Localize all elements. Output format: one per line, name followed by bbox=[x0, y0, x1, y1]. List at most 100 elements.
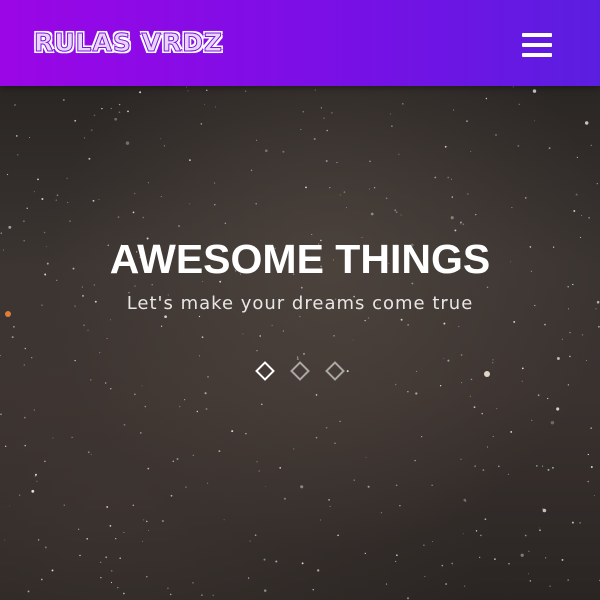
star bbox=[373, 187, 376, 189]
star bbox=[520, 553, 524, 557]
star bbox=[4, 539, 6, 541]
star bbox=[100, 576, 102, 579]
star bbox=[529, 580, 531, 582]
star bbox=[333, 334, 335, 337]
star bbox=[367, 317, 370, 319]
carousel-indicator-3[interactable] bbox=[325, 361, 345, 381]
star bbox=[368, 188, 370, 190]
star bbox=[200, 123, 202, 125]
star bbox=[517, 144, 520, 147]
star bbox=[443, 358, 445, 360]
site-logo[interactable]: RULAS VRDZ bbox=[33, 28, 223, 58]
star bbox=[196, 410, 199, 413]
star bbox=[431, 484, 433, 486]
star bbox=[123, 423, 126, 426]
star bbox=[206, 89, 208, 91]
star bbox=[494, 558, 496, 560]
star bbox=[37, 178, 39, 181]
star bbox=[118, 103, 121, 106]
star bbox=[36, 480, 38, 482]
star bbox=[542, 508, 544, 510]
star bbox=[17, 154, 19, 156]
star bbox=[15, 135, 18, 137]
star bbox=[302, 110, 305, 113]
star bbox=[160, 325, 163, 327]
star bbox=[475, 214, 477, 216]
star bbox=[337, 534, 339, 537]
star bbox=[178, 225, 180, 227]
star bbox=[176, 458, 179, 460]
star bbox=[576, 156, 579, 158]
star bbox=[143, 519, 145, 521]
star bbox=[144, 405, 147, 408]
star bbox=[185, 486, 187, 488]
star bbox=[86, 537, 89, 540]
star bbox=[56, 194, 59, 197]
star bbox=[254, 534, 257, 537]
star bbox=[394, 209, 397, 212]
star bbox=[492, 435, 494, 437]
hamburger-menu-icon[interactable] bbox=[522, 33, 552, 57]
star bbox=[454, 229, 457, 232]
star bbox=[119, 557, 121, 559]
star bbox=[93, 114, 96, 117]
star bbox=[0, 355, 1, 357]
star bbox=[40, 578, 43, 581]
star bbox=[453, 109, 455, 111]
star bbox=[598, 326, 600, 328]
star bbox=[312, 589, 314, 591]
hamburger-bar bbox=[522, 53, 552, 57]
star bbox=[83, 324, 85, 327]
star bbox=[587, 453, 589, 456]
star bbox=[101, 107, 103, 110]
star bbox=[117, 586, 119, 589]
star bbox=[545, 557, 547, 559]
star bbox=[275, 560, 278, 563]
star bbox=[74, 119, 77, 122]
star bbox=[539, 527, 540, 529]
star bbox=[133, 192, 136, 195]
star bbox=[460, 354, 463, 356]
star bbox=[33, 409, 35, 411]
carousel-indicator-2[interactable] bbox=[290, 361, 310, 381]
star bbox=[109, 525, 112, 527]
star bbox=[256, 139, 258, 141]
star bbox=[132, 504, 135, 507]
star bbox=[110, 388, 112, 390]
star bbox=[561, 338, 563, 340]
star bbox=[399, 505, 401, 507]
star bbox=[398, 153, 400, 155]
star bbox=[250, 169, 253, 172]
star bbox=[533, 120, 535, 122]
star bbox=[445, 583, 447, 585]
star bbox=[14, 104, 16, 106]
star bbox=[524, 534, 527, 537]
star bbox=[164, 315, 167, 319]
star bbox=[0, 232, 3, 234]
star bbox=[596, 182, 598, 185]
star bbox=[11, 336, 14, 339]
star bbox=[242, 333, 244, 335]
star bbox=[77, 528, 80, 530]
carousel-indicator-1[interactable] bbox=[255, 361, 275, 381]
star bbox=[305, 186, 307, 189]
star bbox=[400, 318, 403, 321]
star bbox=[29, 136, 31, 138]
star bbox=[201, 336, 204, 339]
star bbox=[323, 117, 325, 119]
star bbox=[132, 211, 135, 214]
star bbox=[8, 505, 10, 507]
star bbox=[414, 459, 416, 462]
star bbox=[163, 145, 165, 147]
star bbox=[19, 494, 21, 496]
star bbox=[479, 556, 481, 558]
star bbox=[313, 138, 316, 140]
star bbox=[415, 392, 418, 395]
star bbox=[548, 147, 551, 149]
star bbox=[475, 530, 478, 532]
star bbox=[224, 222, 227, 225]
star bbox=[511, 207, 513, 209]
star bbox=[256, 350, 258, 352]
navbar: RULAS VRDZ bbox=[0, 0, 600, 86]
star bbox=[8, 225, 12, 229]
